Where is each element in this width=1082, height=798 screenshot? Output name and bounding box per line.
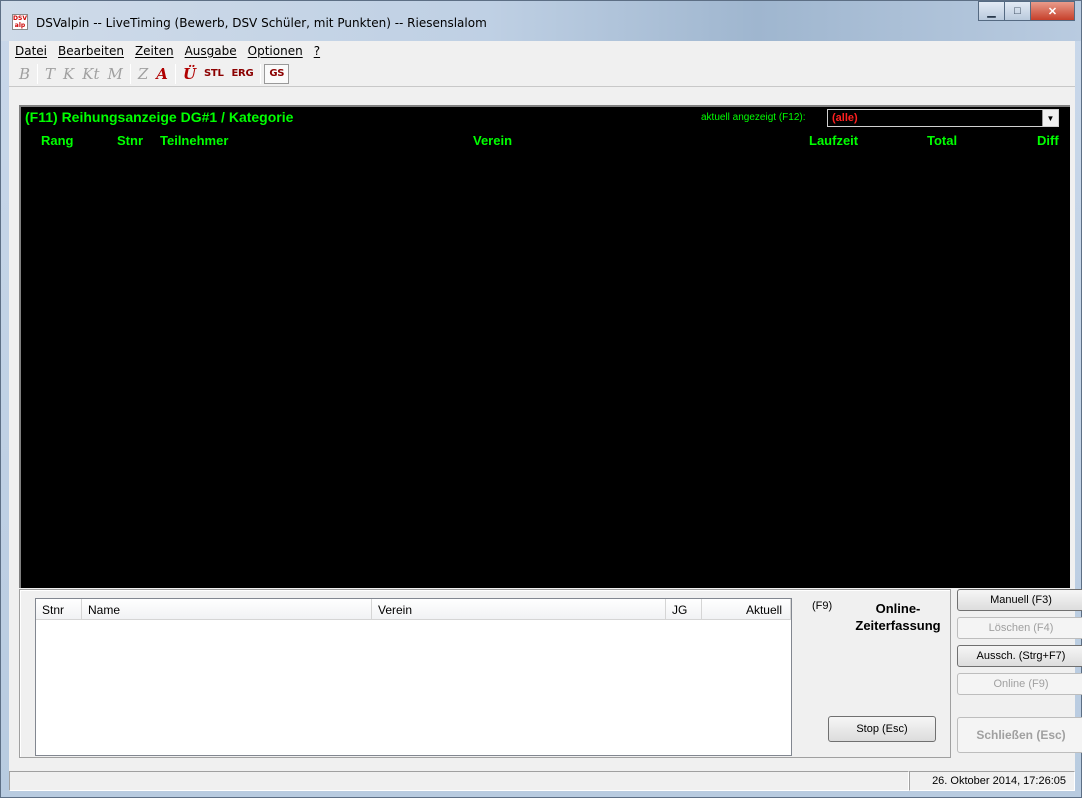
header-aktuell[interactable]: Aktuell: [702, 599, 791, 620]
column-verein: Verein: [473, 133, 513, 148]
ranking-display: (F11) Reihungsanzeige DG#1 / Kategorie a…: [19, 105, 1070, 588]
toolbar: B T K Kt M Z A Ü STL ERG GS: [9, 61, 1075, 87]
ranking-title: (F11) Reihungsanzeige DG#1 / Kategorie: [25, 109, 294, 125]
minimize-icon: ▁: [987, 5, 996, 18]
toolbar-b-button[interactable]: B: [15, 64, 34, 84]
manuell-button[interactable]: Manuell (F3): [957, 589, 1082, 611]
timing-group-box: Stnr Name Verein JG Aktuell (F9) Online-…: [19, 589, 951, 758]
column-stnr: Stnr: [117, 133, 143, 148]
title-bar[interactable]: DSV alp DSValpin -- LiveTiming (Bewerb, D…: [1, 1, 1081, 41]
toolbar-separator: [260, 63, 262, 84]
toolbar-stl-button[interactable]: STL: [200, 64, 228, 84]
column-rang: Rang: [41, 133, 74, 148]
minimize-button[interactable]: ▁: [978, 1, 1005, 21]
toolbar-m-button[interactable]: M: [104, 64, 127, 84]
window-title: DSValpin -- LiveTiming (Bewerb, DSV Schü…: [36, 16, 487, 30]
status-datetime: 26. Oktober 2014, 17:26:05: [909, 771, 1075, 791]
header-name[interactable]: Name: [82, 599, 372, 620]
header-stnr[interactable]: Stnr: [36, 599, 82, 620]
app-logo-icon[interactable]: DSV alp: [12, 14, 28, 30]
column-teilnehmer: Teilnehmer: [160, 133, 229, 148]
column-laufzeit: Laufzeit: [809, 133, 859, 148]
toolbar-kt-button[interactable]: Kt: [78, 64, 103, 84]
menu-optionen[interactable]: Optionen: [248, 44, 303, 58]
online-shortcut-label: (F9): [812, 600, 833, 612]
stop-button[interactable]: Stop (Esc): [828, 716, 936, 742]
category-select-value: (alle): [828, 112, 1042, 124]
maximize-icon: □: [1014, 5, 1021, 17]
status-pane-main: [9, 771, 909, 791]
menu-zeiten[interactable]: Zeiten: [135, 44, 174, 58]
app-window: DSV alp DSValpin -- LiveTiming (Bewerb, D…: [0, 0, 1082, 798]
menu-bar: Datei Bearbeiten Zeiten Ausgabe Optionen…: [9, 41, 1075, 60]
online-title: Online- Zeiterfassung: [846, 600, 950, 634]
toolbar-t-button[interactable]: T: [41, 64, 59, 84]
maximize-button[interactable]: □: [1004, 1, 1031, 21]
current-category-label: aktuell angezeigt (F12):: [701, 112, 806, 123]
toolbar-erg-button[interactable]: ERG: [228, 64, 258, 84]
online-button[interactable]: Online (F9): [957, 673, 1082, 695]
header-verein[interactable]: Verein: [372, 599, 666, 620]
toolbar-z-button[interactable]: Z: [134, 64, 152, 84]
schliessen-button[interactable]: Schließen (Esc): [957, 717, 1082, 753]
online-title-text: Online- Zeiterfassung: [855, 601, 941, 633]
toolbar-a-button[interactable]: A: [152, 64, 172, 84]
ausschluss-button[interactable]: Aussch. (Strg+F7): [957, 645, 1082, 667]
header-jg[interactable]: JG: [666, 599, 702, 620]
close-icon: ✕: [1047, 5, 1058, 18]
chevron-down-icon[interactable]: ▼: [1042, 110, 1058, 126]
menu-datei[interactable]: Datei: [15, 44, 47, 58]
toolbar-separator: [37, 63, 39, 84]
competitor-list-header: Stnr Name Verein JG Aktuell: [36, 599, 791, 620]
timing-panel: Stnr Name Verein JG Aktuell (F9) Online-…: [19, 589, 1082, 765]
loeschen-button[interactable]: Löschen (F4): [957, 617, 1082, 639]
column-total: Total: [927, 133, 958, 148]
status-bar: 26. Oktober 2014, 17:26:05: [9, 771, 1075, 791]
menu-ausgabe[interactable]: Ausgabe: [185, 44, 237, 58]
toolbar-gs-button[interactable]: GS: [264, 63, 290, 84]
menu-bearbeiten[interactable]: Bearbeiten: [58, 44, 124, 58]
competitor-list[interactable]: Stnr Name Verein JG Aktuell: [35, 598, 792, 756]
window-controls: ▁ □ ✕: [978, 1, 1075, 23]
toolbar-separator: [129, 63, 131, 84]
toolbar-k-button[interactable]: K: [59, 64, 78, 84]
menu-help[interactable]: ?: [314, 44, 320, 58]
toolbar-u-button[interactable]: Ü: [179, 64, 200, 84]
category-select[interactable]: (alle) ▼: [827, 109, 1059, 127]
close-button[interactable]: ✕: [1030, 1, 1075, 21]
client-area: Datei Bearbeiten Zeiten Ausgabe Optionen…: [9, 41, 1082, 791]
toolbar-separator: [174, 63, 176, 84]
column-diff: Diff: [1037, 133, 1059, 148]
